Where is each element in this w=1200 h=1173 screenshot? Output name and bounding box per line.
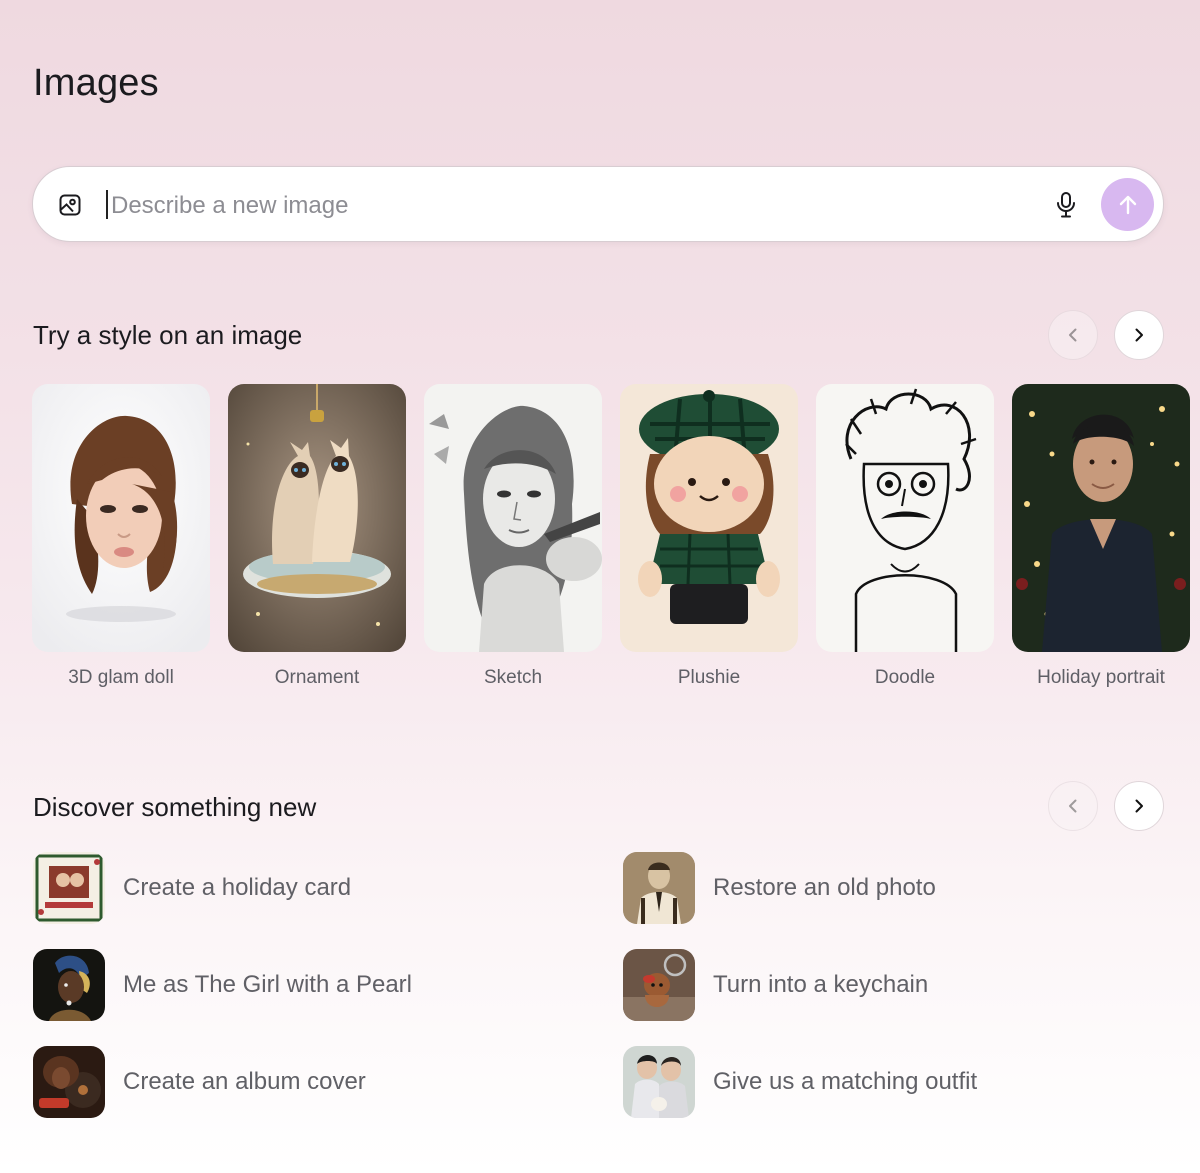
send-button[interactable]	[1101, 178, 1154, 231]
style-card-ornament[interactable]	[228, 384, 406, 652]
restore-photo-thumbnail	[623, 852, 695, 924]
discover-next-button[interactable]	[1114, 781, 1164, 831]
text-caret	[106, 190, 108, 219]
chevron-right-icon	[1135, 799, 1143, 813]
image-add-icon[interactable]	[58, 193, 82, 217]
discover-label: Give us a matching outfit	[713, 1068, 978, 1095]
girl-with-pearl-thumbnail	[33, 949, 105, 1021]
discover-item-album-cover[interactable]: Create an album cover	[33, 1046, 553, 1118]
matching-outfit-thumbnail	[623, 1046, 695, 1118]
discover-label: Create an album cover	[123, 1068, 366, 1095]
ornament-image	[228, 384, 406, 652]
discover-item-keychain[interactable]: Turn into a keychain	[623, 949, 1143, 1021]
glam-doll-image	[32, 384, 210, 652]
discover-prev-button[interactable]	[1048, 781, 1098, 831]
styles-prev-button[interactable]	[1048, 310, 1098, 360]
style-label: Plushie	[677, 667, 741, 688]
plushie-image	[620, 384, 798, 652]
styles-section-title: Try a style on an image	[33, 320, 303, 350]
arrow-up-icon	[1119, 195, 1136, 214]
prompt-bar	[32, 166, 1164, 242]
sketch-image	[424, 384, 602, 652]
keychain-thumbnail	[623, 949, 695, 1021]
style-label: Holiday portrait	[1037, 667, 1165, 688]
prompt-input[interactable]	[109, 186, 1013, 226]
discover-item-restore-photo[interactable]: Restore an old photo	[623, 852, 1143, 924]
discover-item-girl-with-pearl[interactable]: Me as The Girl with a Pearl	[33, 949, 553, 1021]
style-label: Sketch	[483, 667, 543, 688]
discover-item-holiday-card[interactable]: Create a holiday card	[33, 852, 553, 924]
discover-label: Create a holiday card	[123, 874, 352, 901]
chevron-left-icon	[1069, 328, 1077, 342]
doodle-image	[816, 384, 994, 652]
microphone-icon[interactable]	[1054, 191, 1078, 219]
holiday-portrait-image	[1012, 384, 1190, 652]
style-card-plushie[interactable]	[620, 384, 798, 652]
discover-item-matching-outfit[interactable]: Give us a matching outfit	[623, 1046, 1143, 1118]
style-label: 3D glam doll	[68, 667, 174, 688]
style-card-holiday-portrait[interactable]	[1012, 384, 1190, 652]
discover-label: Restore an old photo	[713, 874, 936, 901]
style-card-sketch[interactable]	[424, 384, 602, 652]
style-label: Ornament	[274, 667, 360, 688]
style-card-3d-glam-doll[interactable]	[32, 384, 210, 652]
style-card-doodle[interactable]	[816, 384, 994, 652]
holiday-card-thumbnail	[33, 852, 105, 924]
discover-section-title: Discover something new	[33, 792, 317, 822]
discover-label: Turn into a keychain	[713, 971, 929, 998]
styles-next-button[interactable]	[1114, 310, 1164, 360]
page-title: Images	[33, 62, 159, 104]
style-label: Doodle	[874, 667, 936, 688]
chevron-right-icon	[1135, 328, 1143, 342]
album-cover-thumbnail	[33, 1046, 105, 1118]
discover-label: Me as The Girl with a Pearl	[123, 971, 412, 998]
chevron-left-icon	[1069, 799, 1077, 813]
